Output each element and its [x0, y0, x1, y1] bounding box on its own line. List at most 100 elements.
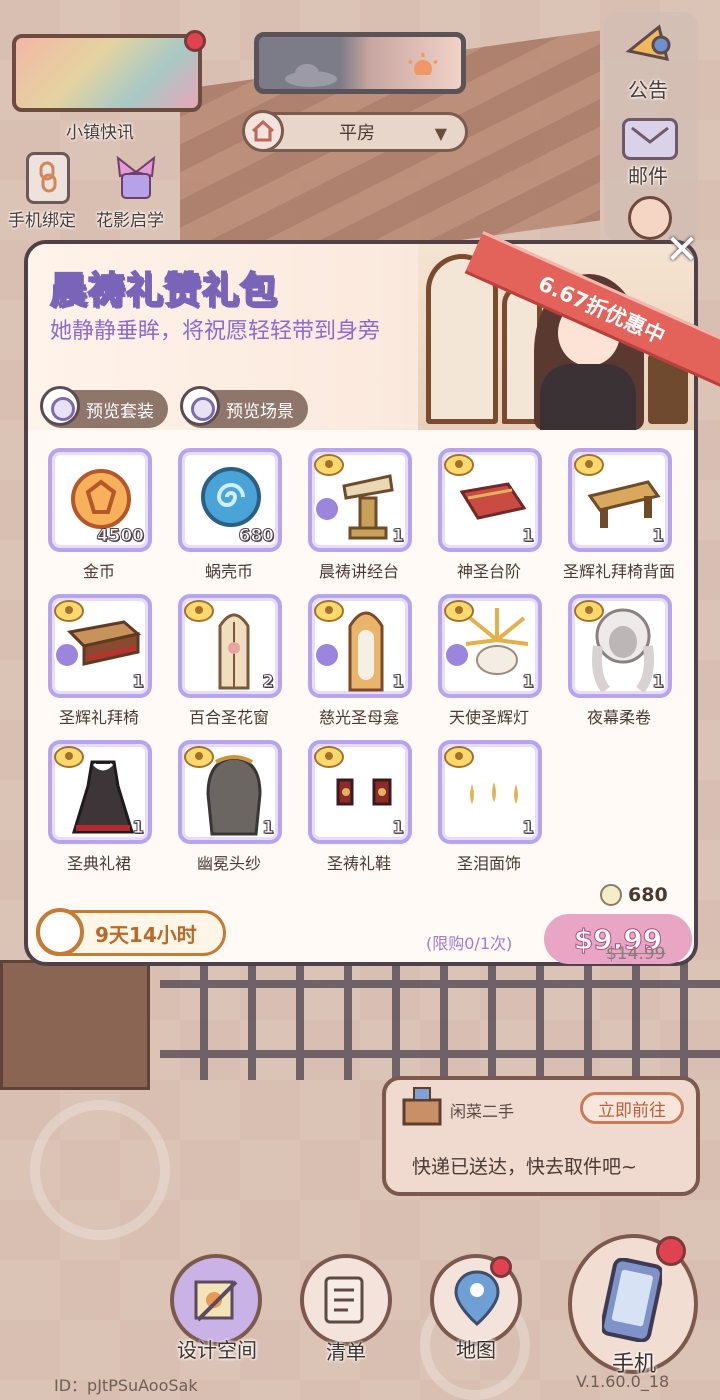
item-label: 金币 [82, 562, 115, 581]
item-count: 680 [238, 526, 274, 547]
gold-coin-icon [71, 469, 131, 529]
preview-eye-icon[interactable] [444, 454, 474, 476]
announcement-button[interactable] [622, 20, 678, 70]
item-count: 1 [132, 818, 145, 839]
notice-source: 闲菜二手 [450, 1102, 515, 1121]
list-button[interactable] [300, 1254, 392, 1346]
weather-widget[interactable] [254, 32, 466, 94]
furniture-tag-icon [314, 642, 340, 668]
parcel-box-icon [402, 1087, 442, 1126]
flower-learn-label: 花影启学 [96, 211, 164, 231]
preview-eye-icon[interactable] [314, 600, 344, 622]
phone-bind-label: 手机绑定 [8, 211, 76, 231]
pew-icon [66, 620, 142, 666]
character-dress [540, 364, 636, 430]
item-label: 圣祷礼鞋 [326, 854, 391, 873]
house-icon [242, 110, 284, 152]
item-count: 1 [392, 526, 405, 547]
preview-eye-icon[interactable] [444, 746, 474, 768]
design-space-label: 设计空间 [177, 1338, 257, 1362]
chain-link-icon [39, 161, 57, 193]
original-price: $14.99 [606, 944, 666, 964]
phone-bind-button[interactable] [26, 152, 70, 204]
item-count: 1 [132, 672, 145, 693]
megaphone-icon [625, 24, 671, 61]
item-label: 圣泪面饰 [456, 854, 521, 873]
mail-button[interactable] [622, 118, 678, 160]
item-label: 百合圣花窗 [188, 708, 269, 727]
go-now-button[interactable]: 立即前往 [580, 1092, 684, 1124]
item-slot[interactable]: 1 [438, 594, 542, 698]
town-news-card[interactable] [12, 34, 202, 112]
lectern-icon [342, 474, 394, 540]
flower-learn-button[interactable] [110, 152, 162, 204]
phone-red-dot [656, 1236, 686, 1266]
magnifier-icon [180, 386, 220, 426]
item-label: 神圣台阶 [456, 562, 521, 581]
chevron-down-icon: ▼ [434, 124, 447, 143]
map-pin-icon [454, 1270, 500, 1326]
notice-message: 快递已送达，快去取件吧~ [412, 1156, 637, 1178]
player-id: ID：pJtPSuAooSak [54, 1376, 198, 1395]
list-label: 清单 [326, 1340, 366, 1364]
preview-outfit-label: 预览套装 [86, 401, 154, 422]
item-slot[interactable]: 1 [568, 594, 672, 698]
item-slot[interactable]: 1 [438, 740, 542, 844]
item-count: 1 [522, 818, 535, 839]
item-slot[interactable]: 1 [308, 594, 412, 698]
item-slot[interactable]: 1 [178, 740, 282, 844]
shrine-icon [348, 611, 384, 692]
item-slot[interactable]: 1 [568, 448, 672, 552]
item-slot[interactable]: 680 [178, 448, 282, 552]
popup-subtitle: 她静静垂眸，将祝愿轻轻带到身旁 [50, 319, 381, 344]
item-label: 蜗壳币 [204, 562, 253, 581]
item-slot[interactable]: 1 [438, 448, 542, 552]
gift-pack-popup: 晨祷礼赞礼包 她静静垂眸，将祝愿轻轻带到身旁 预览套装 预览场景 4500 金币 [24, 240, 698, 966]
item-count: 1 [652, 672, 665, 693]
sun-decoration [30, 1100, 170, 1240]
bonus-value: 680 [628, 884, 668, 906]
phone-icon [602, 1258, 662, 1342]
item-slot[interactable]: 1 [48, 740, 152, 844]
item-slot[interactable]: 1 [308, 740, 412, 844]
map-red-dot [490, 1256, 512, 1278]
preview-eye-icon[interactable] [184, 600, 214, 622]
delivery-notice[interactable]: 闲菜二手 立即前往 快递已送达，快去取件吧~ [382, 1076, 700, 1196]
item-label: 慈光圣母龛 [318, 708, 399, 727]
item-slot[interactable]: 1 [308, 448, 412, 552]
item-label: 圣典礼裙 [66, 854, 131, 873]
item-count: 1 [392, 818, 405, 839]
map-label: 地图 [456, 1338, 496, 1362]
popup-title: 晨祷礼赞礼包 [49, 268, 278, 313]
mail-label: 邮件 [628, 164, 668, 188]
news-label: 小镇快讯 [66, 123, 134, 143]
design-space-button[interactable] [170, 1254, 262, 1346]
iron-fence [160, 960, 720, 1080]
item-slot[interactable]: 2 [178, 594, 282, 698]
preview-eye-icon[interactable] [314, 746, 344, 768]
preview-scene-button[interactable]: 预览场景 [180, 386, 308, 428]
sun-icon [408, 53, 438, 75]
item-count: 1 [522, 526, 535, 547]
item-slot[interactable]: 4500 [48, 448, 152, 552]
news-red-dot [184, 30, 206, 52]
preview-outfit-button[interactable]: 预览套装 [40, 386, 168, 428]
announcement-label: 公告 [628, 78, 668, 102]
item-count: 1 [392, 672, 405, 693]
dress-icon [72, 760, 134, 834]
item-slot[interactable]: 1 [48, 594, 152, 698]
curly-hair-icon [592, 608, 654, 692]
preview-eye-icon[interactable] [574, 454, 604, 476]
shoes-icon [336, 778, 392, 806]
item-label: 幽冕头纱 [196, 854, 261, 873]
magnifier-icon [40, 386, 80, 426]
gift-bow-icon [116, 155, 156, 199]
item-count: 1 [652, 526, 665, 547]
house-name: 平房 [339, 123, 375, 144]
checklist-icon [324, 1276, 364, 1324]
preview-scene-label: 预览场景 [226, 401, 294, 422]
snail-coin-icon [201, 467, 261, 527]
pew-back-icon [587, 480, 661, 528]
item-label: 圣辉礼拜椅 [58, 708, 139, 727]
close-icon[interactable]: ✕ [662, 230, 702, 270]
